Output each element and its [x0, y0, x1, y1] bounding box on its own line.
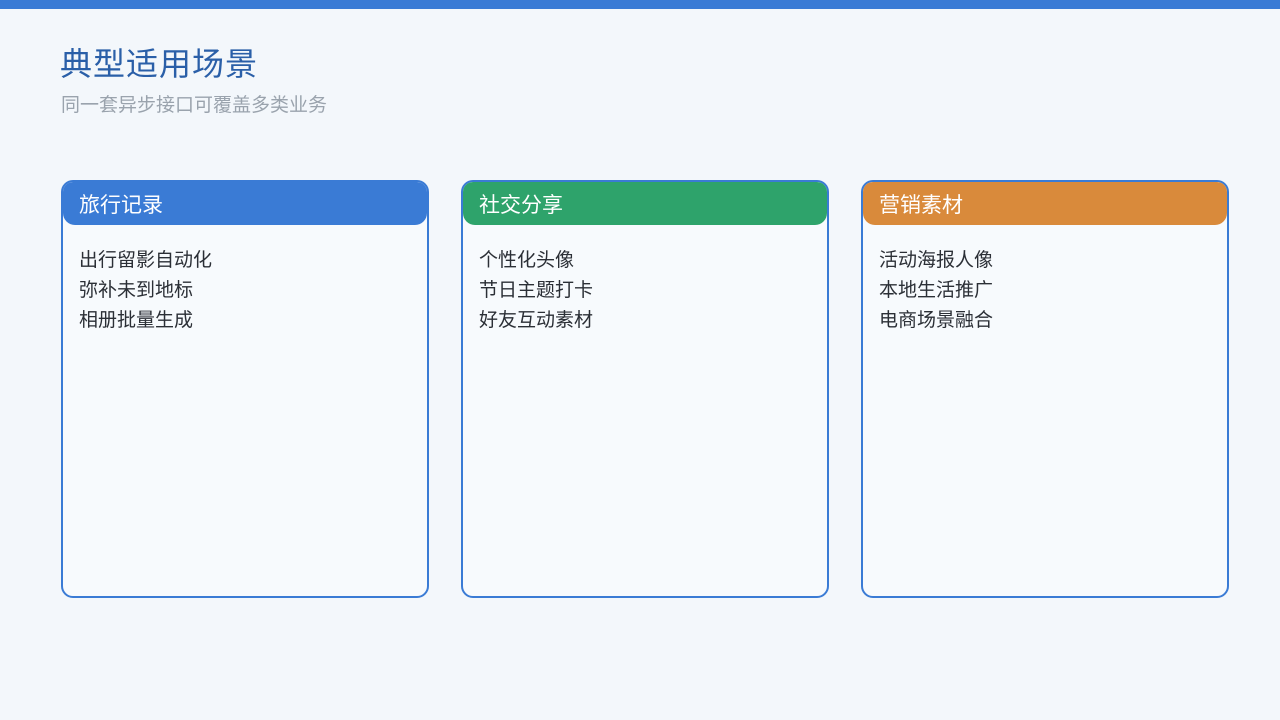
- list-item: 本地生活推广: [879, 279, 994, 301]
- list-item: 弥补未到地标: [79, 279, 194, 301]
- list-item: 个性化头像: [479, 249, 575, 271]
- card-marketing-materials: 营销素材 活动海报人像 本地生活推广 电商场景融合: [861, 180, 1229, 598]
- page-title: 典型适用场景: [60, 45, 259, 83]
- list-item: 活动海报人像: [879, 249, 994, 271]
- top-accent-bar: [0, 0, 1280, 9]
- card-header: 营销素材: [863, 182, 1227, 225]
- page-subtitle: 同一套异步接口可覆盖多类业务: [61, 94, 328, 116]
- card-item-list: 个性化头像 节日主题打卡 好友互动素材: [463, 225, 827, 335]
- card-header: 旅行记录: [63, 182, 427, 225]
- list-item: 电商场景融合: [879, 309, 994, 331]
- card-item-list: 出行留影自动化 弥补未到地标 相册批量生成: [63, 225, 427, 335]
- list-item: 好友互动素材: [479, 309, 594, 331]
- list-item: 相册批量生成: [79, 309, 194, 331]
- card-header: 社交分享: [463, 182, 827, 225]
- card-social-sharing: 社交分享 个性化头像 节日主题打卡 好友互动素材: [461, 180, 829, 598]
- list-item: 节日主题打卡: [479, 279, 594, 301]
- card-travel-record: 旅行记录 出行留影自动化 弥补未到地标 相册批量生成: [61, 180, 429, 598]
- list-item: 出行留影自动化: [79, 249, 213, 271]
- card-item-list: 活动海报人像 本地生活推广 电商场景融合: [863, 225, 1227, 335]
